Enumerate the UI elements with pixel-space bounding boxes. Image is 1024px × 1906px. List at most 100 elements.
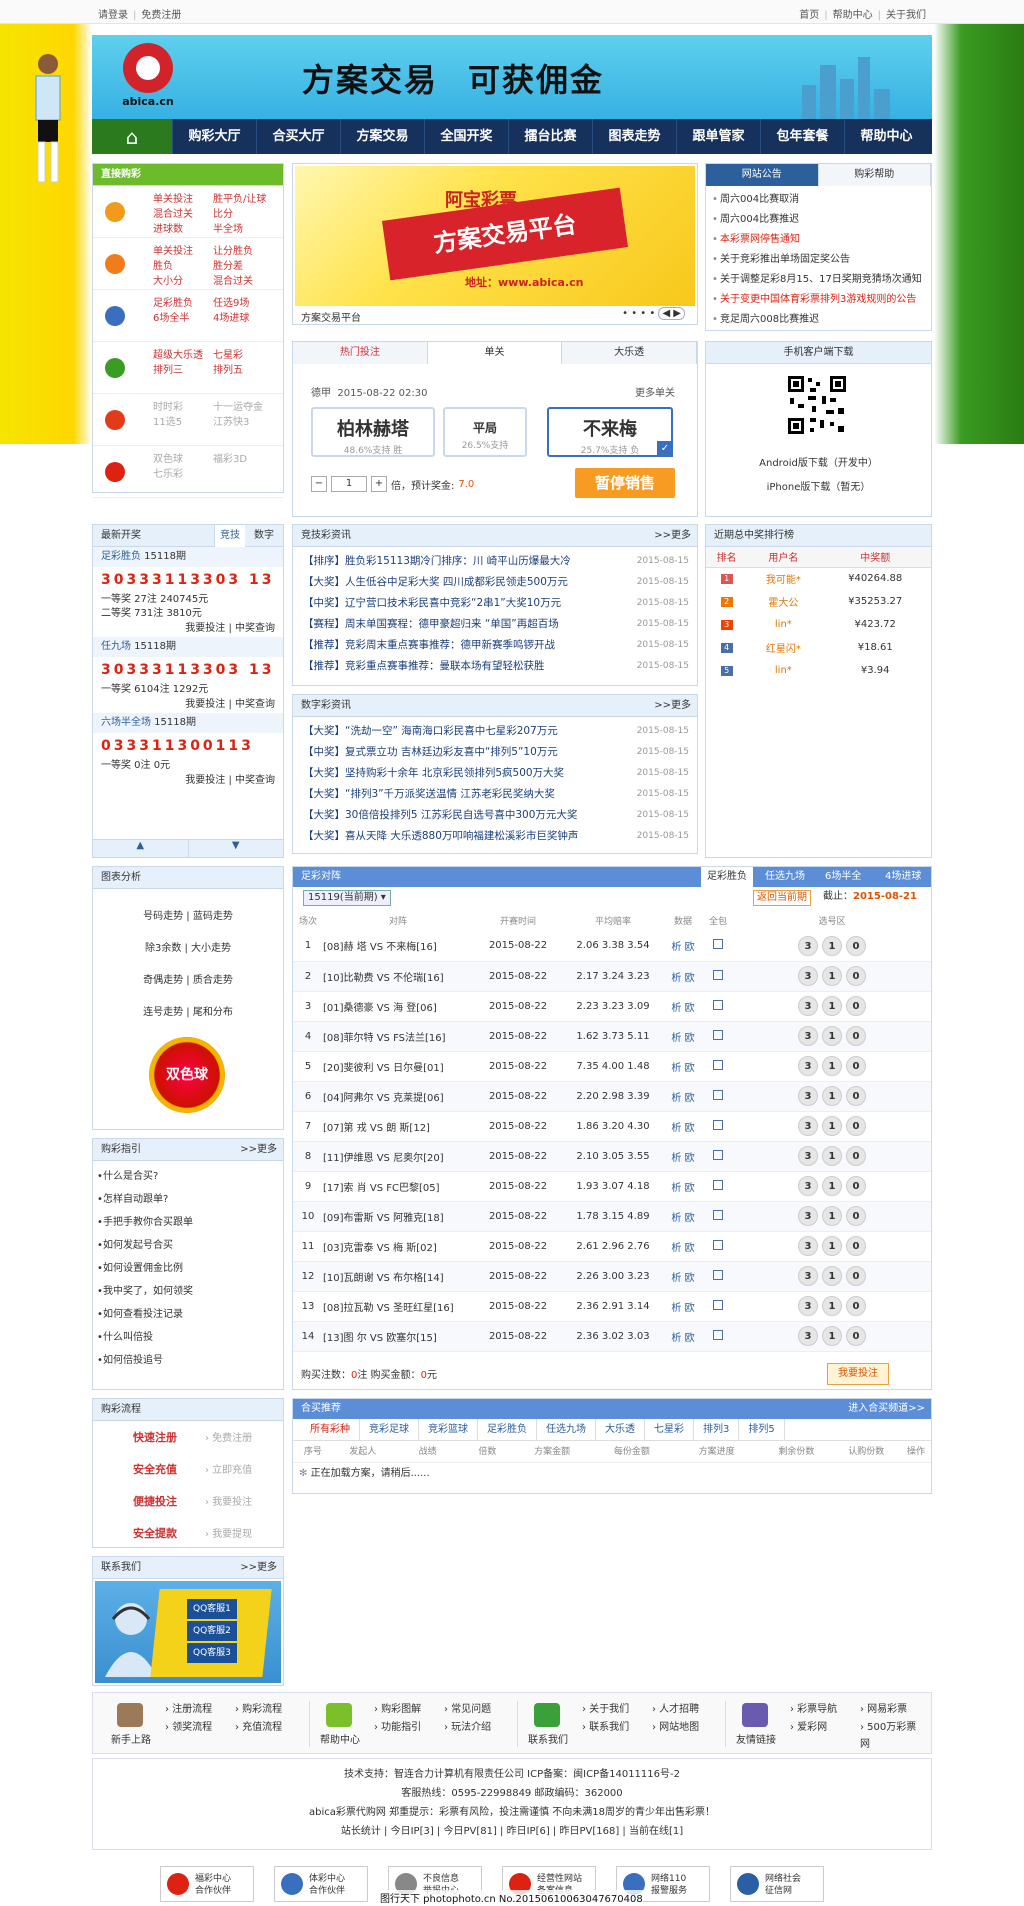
news-item[interactable]: 【中奖】复式票立功 吉林廷边彩友喜中“排列5”10万元 2015-08-15	[293, 742, 697, 763]
guide-item[interactable]: 什么是合买?	[93, 1165, 283, 1188]
news-item[interactable]: 【大奖】人生低谷中足彩大奖 四川成都彩民领走500万元 2015-08-15	[293, 572, 697, 593]
tab-6bq[interactable]: 6场半全	[819, 867, 867, 887]
scroll-up-icon[interactable]: ▲	[93, 840, 188, 857]
minus-button[interactable]: −	[311, 476, 327, 492]
draw-links[interactable]: 我要投注 | 中奖查询	[93, 773, 283, 789]
notice-item[interactable]: 关于竞彩推出单场固定奖公告	[706, 250, 931, 270]
promo-banner[interactable]: 阿宝彩票 方案交易平台 地址：www.abica.cn 方案交易平台 • • •…	[292, 163, 698, 325]
analysis-link[interactable]: 析 欧	[663, 1201, 703, 1232]
nav-item[interactable]: 帮助中心	[844, 119, 928, 154]
more-link[interactable]: >>更多	[654, 695, 691, 717]
pick-button[interactable]: 3	[798, 935, 818, 956]
chart-link[interactable]: 除3余数 | 大小走势	[93, 933, 283, 965]
news-item[interactable]: 【推荐】竞彩重点赛事推荐：曼联本场有望轻松获胜 2015-08-15	[293, 656, 697, 677]
tab-hot[interactable]: 热门投注	[293, 342, 428, 364]
lottery-play-link[interactable]: 混合过关	[213, 274, 253, 289]
analysis-link[interactable]: 析 欧	[663, 1141, 703, 1172]
lottery-type-tab[interactable]: 竞彩篮球	[419, 1419, 478, 1440]
footer-link[interactable]: › 功能指引	[374, 1719, 421, 1736]
analysis-link[interactable]: 析 欧	[663, 1171, 703, 1202]
lottery-play-link[interactable]: 七星彩	[213, 348, 243, 363]
lottery-play-link[interactable]: 七乐彩	[153, 467, 183, 482]
footer-link[interactable]: › 500万彩票网	[860, 1719, 925, 1753]
pick-button[interactable]: 1	[822, 1146, 842, 1166]
scroll-down-icon[interactable]: ▼	[187, 840, 284, 857]
register-link[interactable]: 免费注册	[141, 10, 181, 21]
tab-dlt[interactable]: 大乐透	[562, 342, 698, 364]
tab-sports[interactable]: 竞技	[214, 525, 245, 547]
android-download-link[interactable]: Android版下载（开发中）	[706, 452, 931, 476]
tab-number[interactable]: 数字	[249, 525, 279, 547]
lottery-play-link[interactable]: 6场全半	[153, 311, 193, 326]
more-link[interactable]: >>更多	[240, 1557, 277, 1579]
pick-button[interactable]: 1	[822, 1056, 842, 1076]
lottery-play-link[interactable]: 混合过关	[153, 207, 193, 222]
pick-button[interactable]: 0	[846, 966, 866, 986]
nav-item[interactable]: 方案交易	[340, 119, 424, 154]
select-all-checkbox[interactable]	[713, 1269, 723, 1280]
footer-link[interactable]: › 人才招聘	[652, 1701, 699, 1718]
tab-help[interactable]: 购彩帮助	[818, 164, 931, 186]
lottery-type-tab[interactable]: 竞彩足球	[360, 1419, 419, 1440]
nav-item[interactable]: 跟单管家	[676, 119, 760, 154]
pick-button[interactable]: 1	[822, 1236, 842, 1256]
rank-user[interactable]: 我可能*	[747, 567, 819, 590]
tab-r9[interactable]: 任选九场	[759, 867, 811, 887]
news-item[interactable]: 【大奖】“排列3”千万派奖送温情 江苏老彩民奖纳大奖 2015-08-15	[293, 784, 697, 805]
analysis-link[interactable]: 析 欧	[663, 1081, 703, 1112]
select-all-checkbox[interactable]	[713, 1149, 723, 1160]
pick-button[interactable]: 1	[822, 966, 842, 986]
footer-link[interactable]: › 网站地图	[652, 1719, 699, 1736]
lottery-play-link[interactable]: 单关投注	[153, 192, 193, 207]
qq-service-button[interactable]: QQ客服1	[187, 1599, 237, 1619]
analysis-link[interactable]: 析 欧	[663, 931, 703, 962]
analysis-link[interactable]: 析 欧	[663, 1321, 703, 1352]
pick-button[interactable]: 3	[798, 1026, 818, 1046]
news-item[interactable]: 【大奖】喜从天降 大乐透880万叩响福建松溪彩市巨奖钟声 2015-08-15	[293, 826, 697, 847]
login-link[interactable]: 请登录	[98, 10, 128, 21]
lottery-play-link[interactable]: 十一运夺金	[213, 400, 263, 415]
news-item[interactable]: 【中奖】辽宁营口技术彩民喜中竞彩“2串1”大奖10万元 2015-08-15	[293, 593, 697, 614]
pick-button[interactable]: 0	[846, 996, 866, 1016]
select-all-checkbox[interactable]	[713, 1209, 723, 1220]
lottery-type-tab[interactable]: 所有彩种	[301, 1419, 360, 1440]
news-item[interactable]: 【推荐】竞彩周末重点赛事推荐：德甲新赛季鸣锣开战 2015-08-15	[293, 635, 697, 656]
select-all-checkbox[interactable]	[713, 1239, 723, 1250]
guide-item[interactable]: 如何倍投追号	[93, 1349, 283, 1372]
nav-item[interactable]: 全国开奖	[424, 119, 508, 154]
pick-button[interactable]: 3	[798, 1236, 818, 1256]
footer-link[interactable]: › 玩法介绍	[444, 1719, 491, 1736]
pick-button[interactable]: 3	[798, 966, 818, 986]
chart-link[interactable]: 连号走势 | 尾和分布	[93, 997, 283, 1029]
select-all-checkbox[interactable]	[713, 1029, 723, 1040]
rank-user[interactable]: 霍大公	[747, 590, 819, 613]
rank-user[interactable]: 红星闪*	[747, 636, 819, 659]
pick-button[interactable]: 1	[822, 1296, 842, 1316]
pick-button[interactable]: 3	[798, 1056, 818, 1076]
footer-link[interactable]: › 充值流程	[235, 1719, 282, 1736]
draw-option[interactable]: 平局 26.5%支持	[443, 407, 527, 457]
more-link[interactable]: >>更多	[654, 525, 691, 547]
pick-button[interactable]: 0	[846, 1116, 866, 1136]
iphone-download-link[interactable]: iPhone版下载（暂无）	[706, 476, 931, 500]
chart-link[interactable]: 奇偶走势 | 质合走势	[93, 965, 283, 997]
period-select[interactable]: 15119(当前期) ▾	[303, 890, 391, 906]
select-all-checkbox[interactable]	[713, 1179, 723, 1190]
lottery-type-tab[interactable]: 任选九场	[537, 1419, 596, 1440]
pick-button[interactable]: 3	[798, 996, 818, 1016]
lottery-play-link[interactable]: 单关投注	[153, 244, 193, 259]
pick-button[interactable]: 1	[822, 1116, 842, 1136]
home-team-option[interactable]: 柏林赫塔 48.6%支持 胜	[311, 407, 435, 457]
tab-single[interactable]: 单关	[427, 342, 563, 364]
pick-button[interactable]: 0	[846, 1296, 866, 1316]
lottery-play-link[interactable]: 排列五	[213, 363, 243, 378]
select-all-checkbox[interactable]	[713, 1059, 723, 1070]
lottery-name[interactable]: 任九场	[101, 641, 131, 652]
lottery-play-link[interactable]: 胜负	[153, 259, 193, 274]
footer-link[interactable]: › 购彩图解	[374, 1701, 421, 1718]
footer-link[interactable]: › 关于我们	[582, 1701, 629, 1718]
pick-button[interactable]: 3	[798, 1086, 818, 1106]
qq-service-button[interactable]: QQ客服2	[187, 1621, 237, 1641]
pick-button[interactable]: 1	[822, 1086, 842, 1106]
analysis-link[interactable]: 析 欧	[663, 991, 703, 1022]
